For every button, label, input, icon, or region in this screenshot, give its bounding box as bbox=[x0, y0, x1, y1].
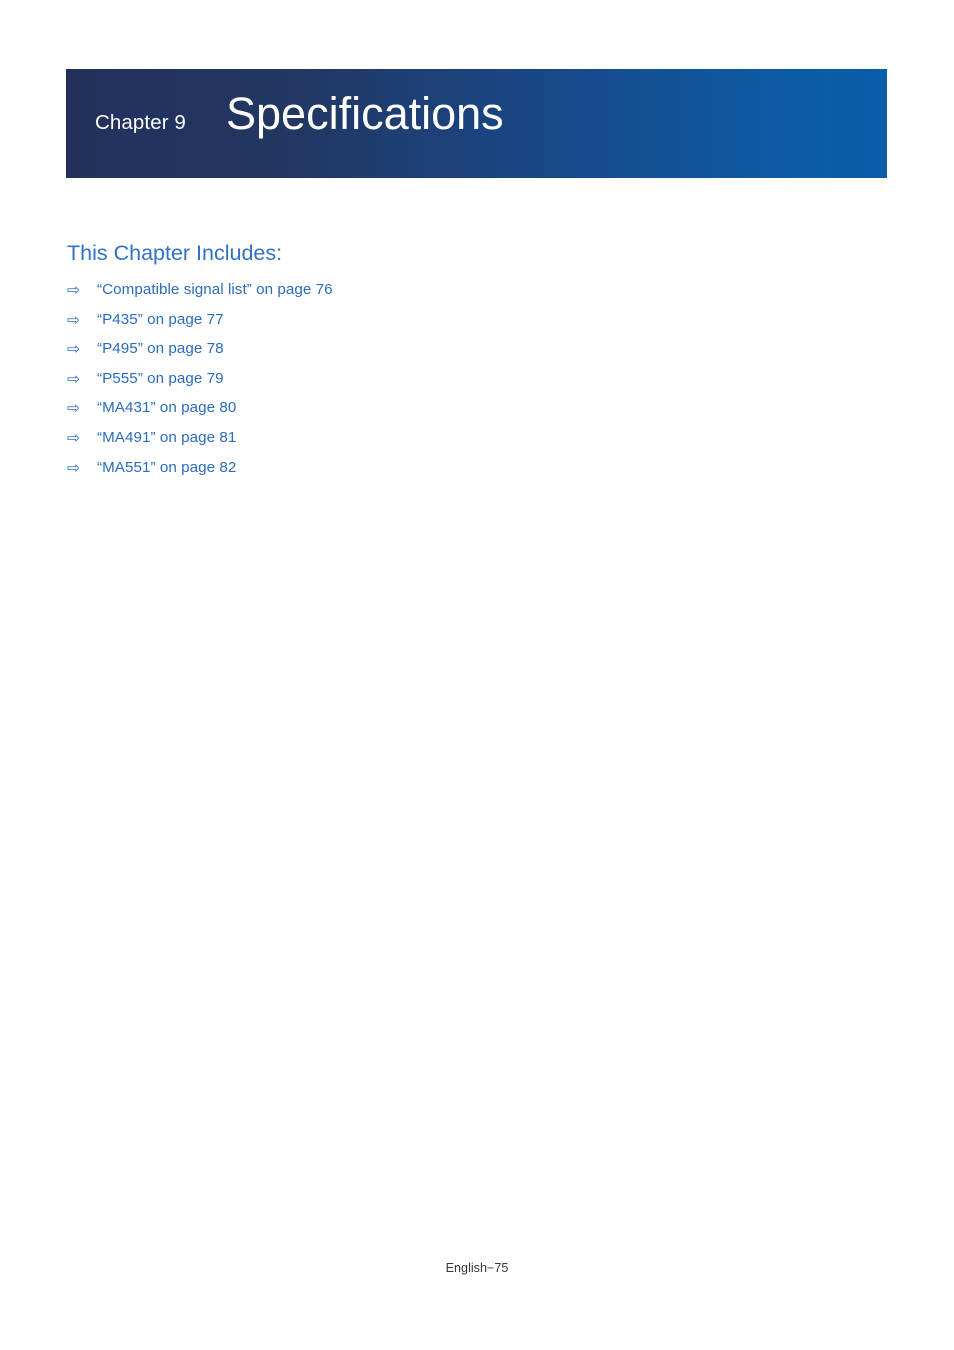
toc-link-label[interactable]: “Compatible signal list” on page 76 bbox=[97, 281, 333, 299]
chapter-banner: Chapter 9 Specifications bbox=[66, 69, 887, 178]
toc-link-label[interactable]: “P555” on page 79 bbox=[97, 370, 224, 388]
arrow-right-icon: ⇨ bbox=[67, 400, 80, 418]
list-item[interactable]: ⇨ “MA491” on page 81 bbox=[67, 429, 767, 459]
arrow-right-icon: ⇨ bbox=[67, 429, 80, 447]
toc-link-label[interactable]: “MA431” on page 80 bbox=[97, 399, 236, 417]
list-item[interactable]: ⇨ “P555” on page 79 bbox=[67, 370, 767, 400]
list-item[interactable]: ⇨ “Compatible signal list” on page 76 bbox=[67, 281, 767, 311]
toc-link-label[interactable]: “MA491” on page 81 bbox=[97, 429, 236, 447]
toc-link-label[interactable]: “P435” on page 77 bbox=[97, 311, 224, 329]
chapter-number-label: Chapter 9 bbox=[95, 111, 186, 134]
arrow-right-icon: ⇨ bbox=[67, 459, 80, 477]
arrow-right-icon: ⇨ bbox=[67, 282, 80, 299]
toc-link-label[interactable]: “MA551” on page 82 bbox=[97, 459, 236, 477]
page-title: Specifications bbox=[226, 88, 504, 139]
section-heading: This Chapter Includes: bbox=[67, 241, 283, 265]
list-item[interactable]: ⇨ “P495” on page 78 bbox=[67, 340, 767, 370]
list-item[interactable]: ⇨ “P435” on page 77 bbox=[67, 311, 767, 341]
list-item[interactable]: ⇨ “MA551” on page 82 bbox=[67, 459, 767, 489]
list-item[interactable]: ⇨ “MA431” on page 80 bbox=[67, 399, 767, 429]
arrow-right-icon: ⇨ bbox=[67, 341, 80, 359]
chapter-contents-list: ⇨ “Compatible signal list” on page 76 ⇨ … bbox=[67, 281, 767, 488]
page-footer: English−75 bbox=[445, 1261, 509, 1275]
toc-link-label[interactable]: “P495” on page 78 bbox=[97, 340, 224, 358]
arrow-right-icon: ⇨ bbox=[67, 311, 80, 329]
arrow-right-icon: ⇨ bbox=[67, 370, 80, 388]
